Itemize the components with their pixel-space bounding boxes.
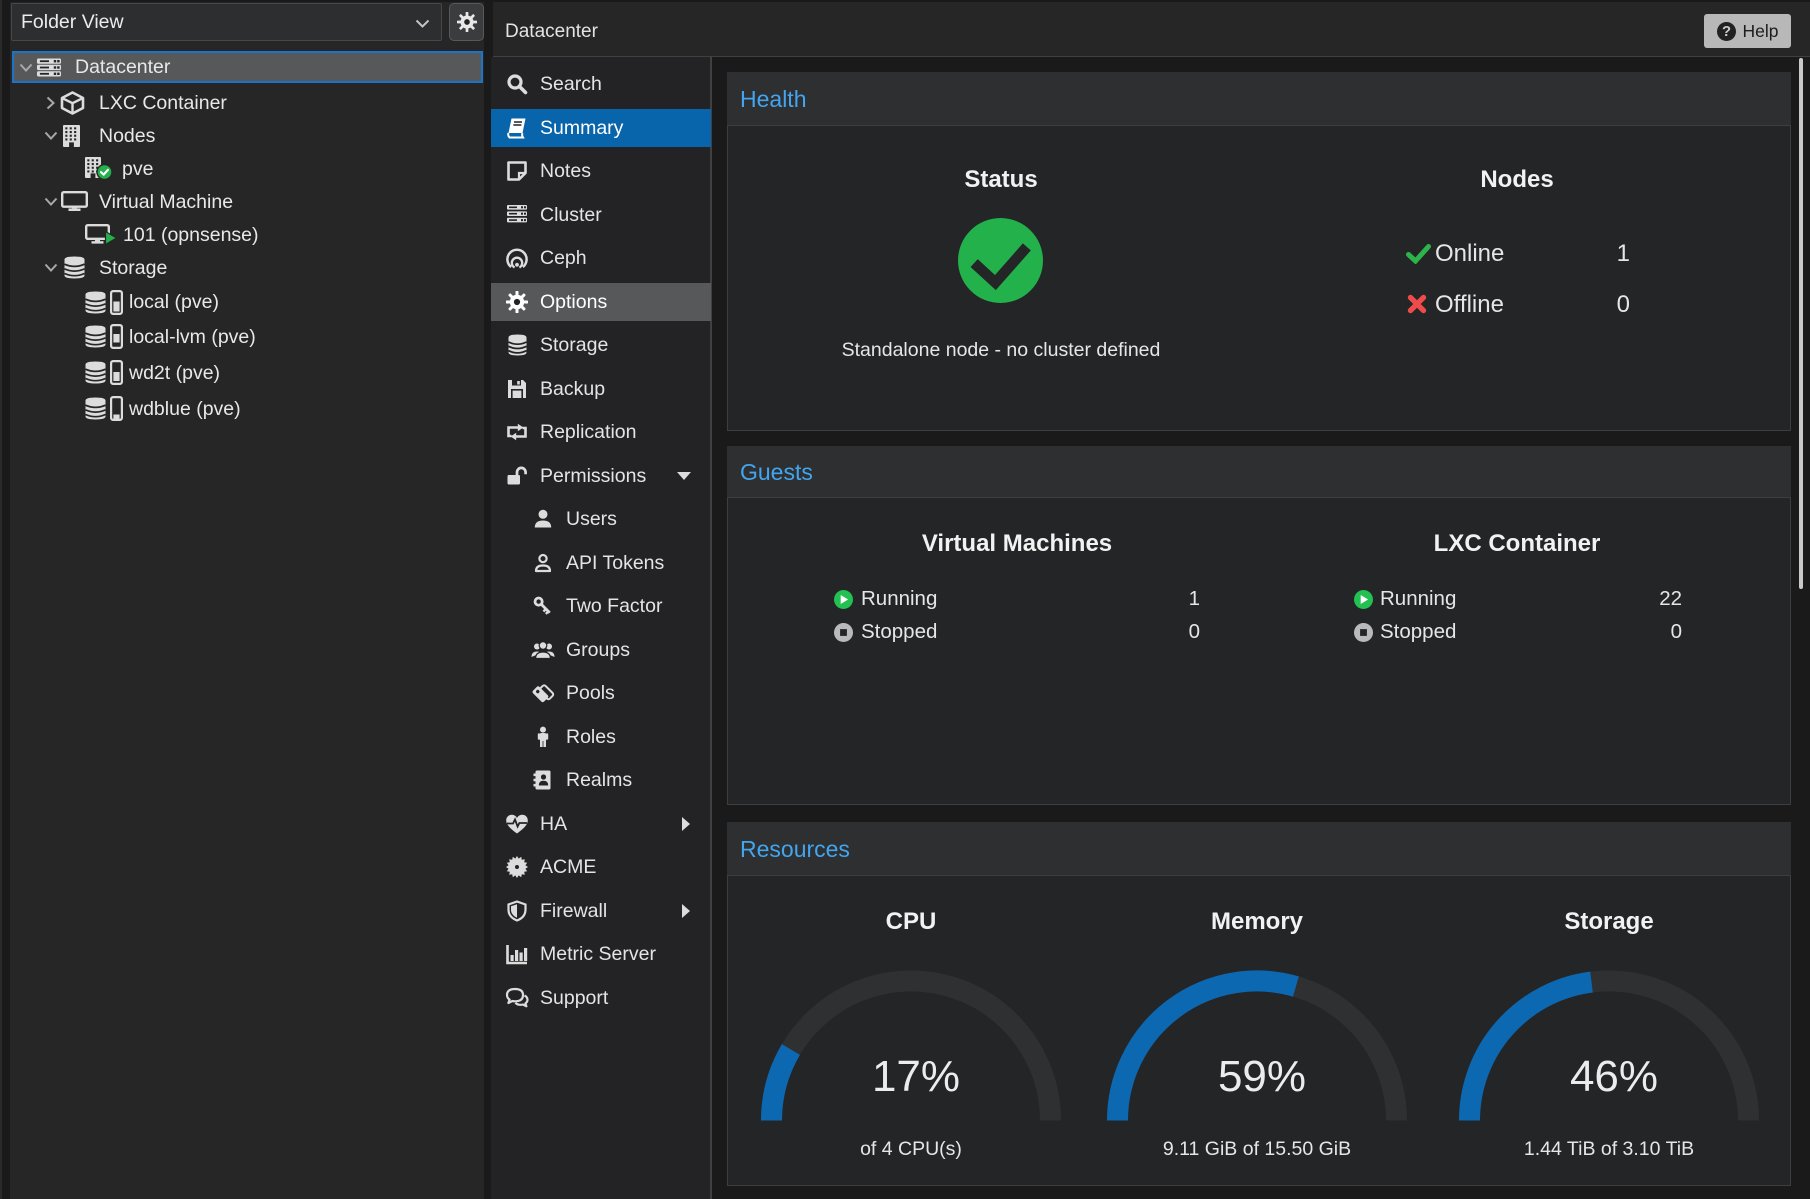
svg-text:?: ?: [1721, 24, 1730, 40]
